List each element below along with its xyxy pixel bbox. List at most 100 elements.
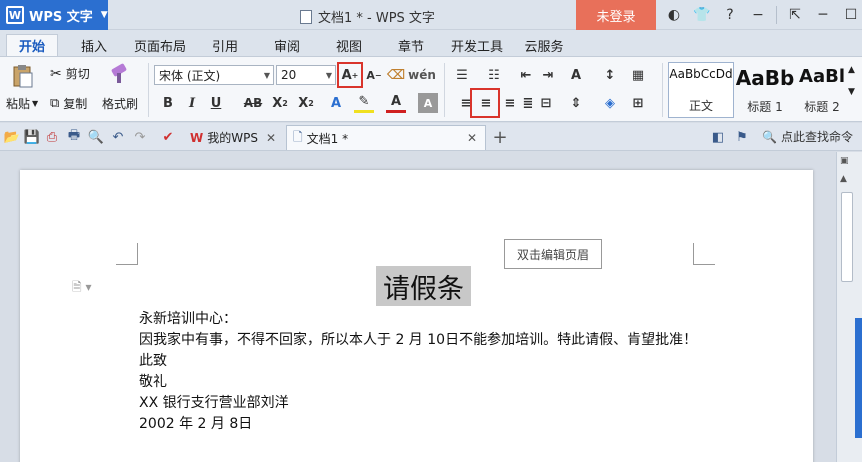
- tab-page-layout[interactable]: 页面布局: [128, 34, 192, 56]
- align-right-icon[interactable]: ≡: [500, 93, 520, 113]
- bold-icon[interactable]: B: [158, 93, 178, 113]
- clear-format-icon[interactable]: ⌫: [386, 65, 406, 85]
- tab-view[interactable]: 视图: [324, 34, 374, 56]
- shrink-font-icon[interactable]: A −: [364, 65, 384, 85]
- redo-icon[interactable]: ↷: [132, 129, 148, 145]
- search-icon: 🔍: [762, 129, 777, 144]
- superscript-icon[interactable]: X2: [270, 93, 290, 113]
- minimize-ribbon-icon[interactable]: −: [744, 0, 772, 30]
- cut-button[interactable]: ✂ 剪切: [50, 65, 90, 82]
- tab-list-icon[interactable]: ◧: [710, 129, 726, 145]
- borders-icon[interactable]: ⊞: [628, 93, 648, 113]
- style-heading-1[interactable]: AaBb 标题 1: [736, 62, 794, 118]
- save-icon[interactable]: 💾: [24, 129, 40, 145]
- minimize-icon[interactable]: ─: [809, 0, 837, 30]
- document-workspace: 双击编辑页眉 🗎 ▾ 请假条 永新培训中心： 因我家中有事，不得不回家，所以本人…: [0, 152, 836, 462]
- increase-indent-icon[interactable]: ⇥: [538, 65, 558, 85]
- tab-my-wps[interactable]: W 我的WPS ✕: [184, 125, 284, 150]
- highlight-box: [337, 62, 363, 88]
- search-command[interactable]: 🔍 点此查找命令: [762, 128, 853, 145]
- font-size-combo[interactable]: 20 ▼: [276, 65, 336, 85]
- split-view-icon[interactable]: ▣: [840, 156, 849, 166]
- styles-scroll-up-icon[interactable]: ▲: [848, 65, 855, 75]
- menu-tabs: 开始 插入 页面布局 引用 审阅 视图 章节 开发工具 云服务: [0, 30, 862, 56]
- chevron-down-icon: ▼: [100, 10, 108, 20]
- print-icon[interactable]: 🖶: [66, 128, 82, 145]
- new-tab-icon[interactable]: +: [492, 127, 508, 148]
- style-heading-2[interactable]: AaBl 标题 2: [798, 62, 846, 118]
- format-painter-icon[interactable]: [108, 63, 130, 85]
- customize-toolbar-icon[interactable]: ✔: [160, 129, 176, 145]
- body-line[interactable]: XX 银行支行营业部刘洋: [139, 392, 289, 412]
- format-painter-button[interactable]: 格式刷: [102, 95, 138, 112]
- table-icon[interactable]: ▦: [628, 65, 648, 85]
- paste-button[interactable]: 粘贴 ▼: [6, 95, 38, 112]
- phonetic-icon[interactable]: wén: [408, 65, 436, 85]
- body-line[interactable]: 因我家中有事，不得不回家，所以本人于 2 月 10日不能参加培训。特此请假、肯望…: [139, 329, 697, 349]
- underline-icon[interactable]: U: [206, 93, 226, 113]
- body-line[interactable]: 永新培训中心：: [139, 308, 237, 328]
- skin-icon[interactable]: ◐: [660, 0, 688, 30]
- change-case-icon[interactable]: A: [566, 65, 586, 85]
- maximize-icon[interactable]: ☐: [837, 0, 862, 30]
- font-color-icon[interactable]: A: [386, 93, 406, 113]
- shirt-icon[interactable]: 👕: [688, 0, 716, 30]
- italic-icon[interactable]: I: [182, 93, 202, 113]
- subscript-icon[interactable]: X2: [296, 93, 316, 113]
- sort-icon[interactable]: ↕: [600, 65, 620, 85]
- font-name-combo[interactable]: 宋体 (正文) ▼: [154, 65, 274, 85]
- export-pdf-icon[interactable]: ⎙: [44, 129, 60, 145]
- wps-logo-icon: W: [190, 130, 204, 145]
- close-icon[interactable]: ✕: [467, 131, 477, 145]
- copy-button[interactable]: ⧉ 复制: [50, 95, 87, 112]
- document-page[interactable]: 双击编辑页眉 🗎 ▾ 请假条 永新培训中心： 因我家中有事，不得不回家，所以本人…: [20, 170, 813, 462]
- close-icon[interactable]: ✕: [266, 131, 276, 145]
- edit-header-hint[interactable]: 双击编辑页眉: [504, 239, 602, 269]
- tab-document-1[interactable]: 🗋 文档1 * ✕: [286, 125, 486, 150]
- app-name: WPS 文字: [29, 9, 93, 25]
- print-preview-icon[interactable]: 🔍: [88, 129, 104, 145]
- help-icon[interactable]: ?: [716, 0, 744, 30]
- vertical-scrollbar[interactable]: ▣ ▲: [836, 152, 862, 462]
- tab-cloud[interactable]: 云服务: [516, 34, 572, 56]
- body-line[interactable]: 敬礼: [139, 371, 167, 391]
- paste-icon[interactable]: [8, 63, 38, 89]
- justify-icon[interactable]: ≣: [518, 93, 538, 113]
- feedback-icon[interactable]: ⚑: [734, 129, 750, 145]
- char-shading-icon[interactable]: A: [418, 93, 438, 113]
- strikethrough-icon[interactable]: AB: [238, 93, 268, 113]
- app-menu-button[interactable]: W WPS 文字 ▼: [0, 0, 108, 30]
- document-icon: [300, 9, 312, 24]
- bullet-list-icon[interactable]: ☰: [452, 65, 472, 85]
- highlight-color-icon[interactable]: ✎: [354, 93, 374, 113]
- scrollbar-thumb[interactable]: [841, 192, 853, 282]
- text-effect-icon[interactable]: A: [326, 93, 346, 113]
- page-options-icon[interactable]: 🗎 ▾: [72, 278, 92, 299]
- tab-references[interactable]: 引用: [200, 34, 250, 56]
- line-spacing-icon[interactable]: ⇕: [566, 93, 586, 113]
- body-line[interactable]: 2002 年 2 月 8日: [139, 413, 252, 433]
- numbered-list-icon[interactable]: ☷: [484, 65, 504, 85]
- side-panel-handle[interactable]: [855, 318, 862, 438]
- body-line[interactable]: 此致: [139, 350, 167, 370]
- ribbon-divider: [444, 63, 445, 117]
- tab-home[interactable]: 开始: [6, 34, 58, 56]
- fullscreen-icon[interactable]: ⇱: [781, 0, 809, 30]
- distribute-icon[interactable]: ⊟: [536, 93, 556, 113]
- scissors-icon: ✂: [50, 65, 62, 82]
- tab-chapter[interactable]: 章节: [386, 34, 436, 56]
- style-normal[interactable]: AaBbCcDd 正文: [668, 62, 734, 118]
- document-heading[interactable]: 请假条: [376, 266, 471, 306]
- decrease-indent-icon[interactable]: ⇤: [516, 65, 536, 85]
- shading-icon[interactable]: ◈: [600, 93, 620, 113]
- open-folder-icon[interactable]: 📂: [4, 129, 20, 145]
- tab-developer[interactable]: 开发工具: [446, 34, 508, 56]
- window-title: 文档1 * - WPS 文字: [300, 7, 435, 26]
- tab-insert[interactable]: 插入: [68, 34, 120, 56]
- styles-scroll-down-icon[interactable]: ▼: [848, 87, 855, 97]
- scroll-up-icon[interactable]: ▲: [840, 174, 847, 184]
- margin-corner-right: [693, 243, 715, 265]
- login-button[interactable]: 未登录: [576, 0, 656, 30]
- undo-icon[interactable]: ↶: [110, 129, 126, 145]
- tab-review[interactable]: 审阅: [262, 34, 312, 56]
